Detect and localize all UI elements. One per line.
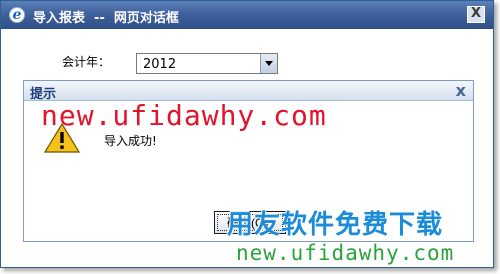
browser-icon: e — [9, 7, 25, 23]
alert-message: 导入成功! — [104, 134, 157, 148]
watermark-url-top: new.ufidawhy.com — [41, 99, 327, 132]
watermark-url-bottom: new.ufidawhy.com — [236, 241, 455, 265]
fiscal-year-value: 2012 — [143, 57, 177, 72]
chevron-down-icon[interactable] — [260, 54, 277, 73]
watermark-chinese: 用友软件免费下载 — [227, 210, 444, 240]
fiscal-year-label: 会计年： — [62, 55, 111, 69]
dialog-title: 导入报表 -- 网页对话框 — [33, 11, 179, 26]
close-icon[interactable]: X — [467, 6, 485, 23]
import-report-dialog: e 导入报表 -- 网页对话框 X 会计年： 2012 提示 x 导入成功! 确… — [0, 0, 494, 268]
alert-titlebar: 提示 x — [24, 81, 473, 102]
fiscal-year-select[interactable]: 2012 — [136, 53, 278, 74]
dialog-titlebar: e 导入报表 -- 网页对话框 X — [1, 1, 493, 29]
alert-close-icon[interactable]: x — [456, 81, 466, 100]
